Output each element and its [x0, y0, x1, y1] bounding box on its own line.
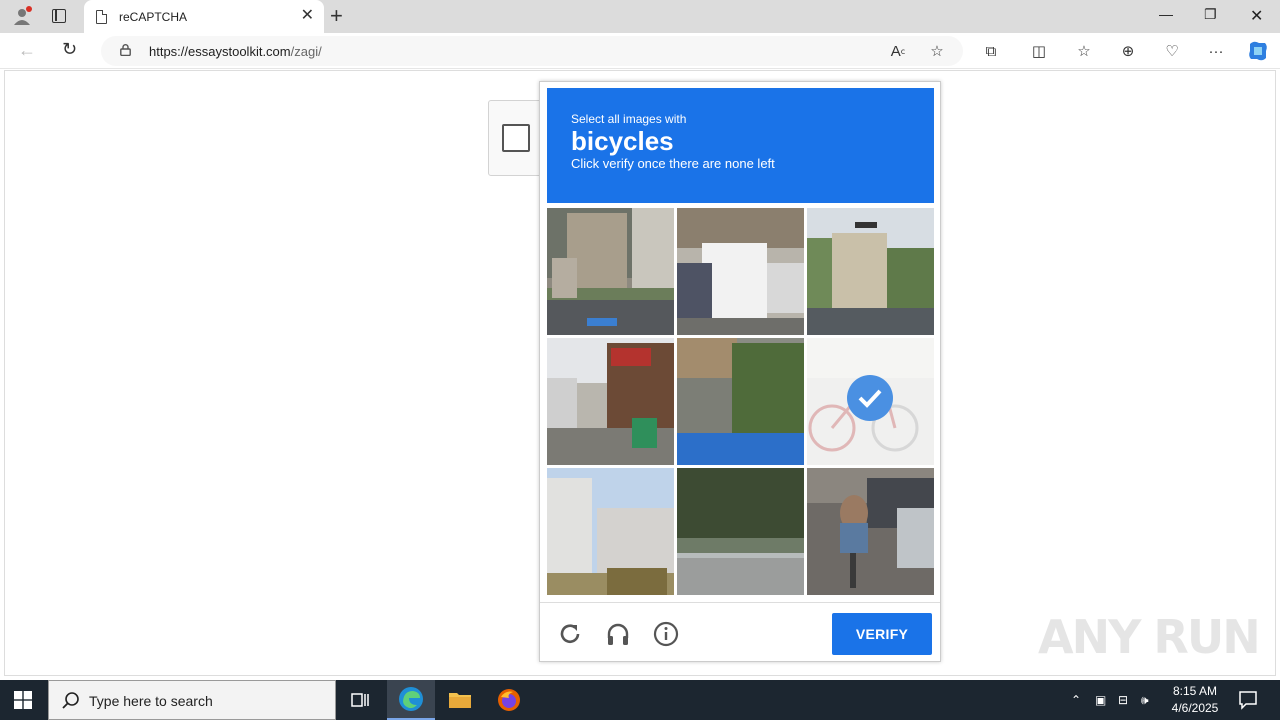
- minimize-icon[interactable]: —: [1159, 6, 1173, 22]
- search-placeholder: Type here to search: [89, 693, 213, 709]
- tab-actions-icon[interactable]: [52, 9, 66, 23]
- lock-icon[interactable]: [120, 44, 131, 56]
- reload-icon[interactable]: [557, 621, 583, 647]
- close-window-icon[interactable]: ✕: [1250, 6, 1263, 26]
- edge-taskbar-icon[interactable]: [387, 680, 435, 720]
- captcha-tile-3[interactable]: [807, 208, 934, 335]
- taskbar-search[interactable]: Type here to search: [48, 680, 336, 720]
- instruction-text: Select all images with: [571, 112, 687, 126]
- favorite-star-icon[interactable]: ☆: [927, 41, 947, 61]
- recaptcha-checkbox[interactable]: [502, 124, 530, 152]
- captcha-tile-7[interactable]: [547, 468, 674, 595]
- reload-page-icon[interactable]: ↻: [62, 39, 77, 60]
- file-explorer-icon[interactable]: [436, 680, 484, 720]
- recaptcha-checkbox-card: [488, 100, 544, 176]
- selected-check-icon: [847, 375, 893, 421]
- captcha-tile-6[interactable]: [807, 338, 934, 465]
- volume-icon[interactable]: 🕪: [1141, 680, 1149, 720]
- back-icon[interactable]: ←: [18, 40, 36, 61]
- extensions-icon[interactable]: ⧉: [981, 41, 1001, 61]
- captcha-tile-1[interactable]: [547, 208, 674, 335]
- restore-icon[interactable]: ❐: [1204, 6, 1217, 23]
- url-text[interactable]: https://essaystoolkit.com/zagi/: [149, 44, 322, 59]
- address-row: ← ↻ https://essaystoolkit.com/zagi/ Aⅽ ☆…: [0, 33, 1280, 69]
- captcha-tile-8[interactable]: [677, 468, 804, 595]
- new-tab-icon[interactable]: +: [330, 4, 343, 28]
- captcha-tile-4[interactable]: [547, 338, 674, 465]
- captcha-tile-5[interactable]: [677, 338, 804, 465]
- copilot-icon[interactable]: [1246, 40, 1270, 62]
- notifications-icon[interactable]: [1238, 690, 1258, 710]
- instruction-subtext: Click verify once there are none left: [571, 156, 775, 171]
- network-icon[interactable]: ⊟: [1118, 680, 1128, 720]
- system-clock[interactable]: 8:15 AM 4/6/2025: [1165, 683, 1225, 717]
- browser-essentials-icon[interactable]: ♡: [1162, 41, 1182, 61]
- captcha-header: Select all images with bicycles Click ve…: [547, 88, 934, 203]
- collections-icon[interactable]: ⊕: [1118, 41, 1138, 61]
- target-object: bicycles: [571, 126, 674, 156]
- search-icon: [62, 692, 79, 709]
- captcha-tile-9[interactable]: [807, 468, 934, 595]
- show-hidden-icons[interactable]: ⌃: [1071, 680, 1081, 720]
- clock-date: 4/6/2025: [1171, 701, 1219, 715]
- info-icon[interactable]: [653, 621, 679, 647]
- meet-now-icon[interactable]: ▣: [1095, 680, 1106, 720]
- anyrun-watermark: ANY RUN: [1038, 610, 1261, 664]
- address-bar[interactable]: https://essaystoolkit.com/zagi/ Aⅽ ☆: [101, 36, 963, 66]
- task-view-icon[interactable]: [336, 680, 384, 720]
- profile-icon[interactable]: [12, 6, 32, 26]
- favorites-icon[interactable]: ☆: [1074, 41, 1094, 61]
- headphones-icon[interactable]: [605, 621, 631, 647]
- close-tab-icon[interactable]: ✕: [301, 8, 314, 24]
- tab-title: reCAPTCHA: [119, 9, 188, 24]
- split-screen-icon[interactable]: ◫: [1029, 41, 1049, 61]
- taskbar: Type here to search ⌃ ▣ ⊟ 🕪 8:15 AM 4/6/…: [0, 680, 1280, 720]
- read-aloud-icon[interactable]: Aⅽ: [888, 41, 908, 61]
- page-icon: [96, 9, 107, 24]
- captcha-tile-2[interactable]: [677, 208, 804, 335]
- tab-recaptcha[interactable]: reCAPTCHA ✕: [84, 0, 324, 33]
- tab-bar: reCAPTCHA ✕ + — ❐ ✕: [0, 0, 1280, 33]
- clock-time: 8:15 AM: [1172, 684, 1218, 698]
- captcha-footer: VERIFY: [540, 602, 940, 662]
- firefox-icon[interactable]: [485, 680, 533, 720]
- windows-start-icon[interactable]: [14, 691, 32, 709]
- verify-button[interactable]: VERIFY: [832, 613, 932, 655]
- image-grid: [547, 208, 934, 595]
- captcha-challenge: Select all images with bicycles Click ve…: [539, 81, 941, 662]
- more-menu-icon[interactable]: ···: [1206, 41, 1226, 61]
